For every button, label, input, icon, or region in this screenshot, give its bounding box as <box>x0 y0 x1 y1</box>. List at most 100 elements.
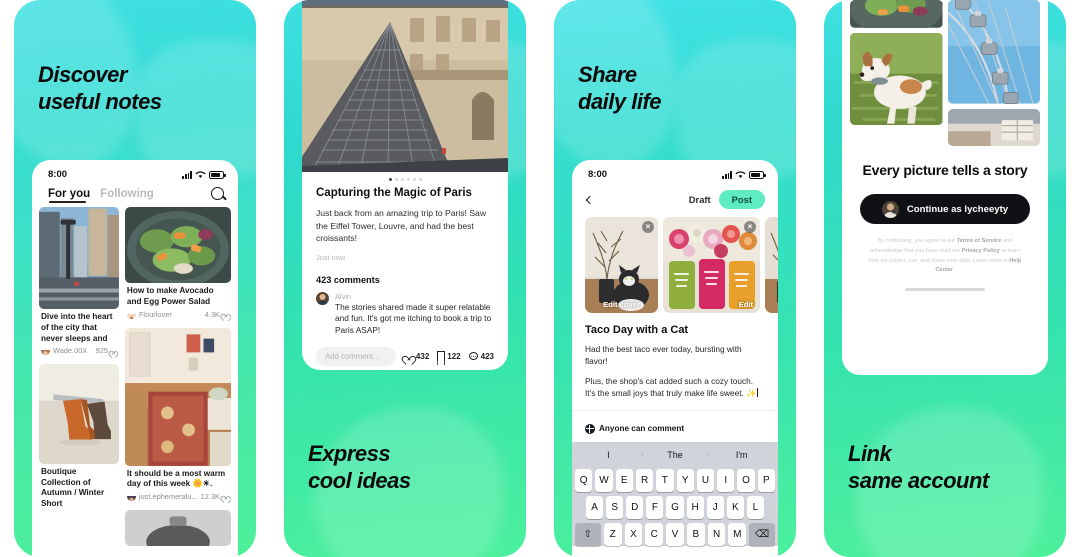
key-r[interactable]: R <box>635 468 654 492</box>
editor-image[interactable]: × Edit cover <box>585 217 658 313</box>
key-z[interactable]: Z <box>603 522 622 546</box>
feed-caption: It should be a most warm day of this wee… <box>126 468 226 489</box>
feed-meta: just.ephemeralu... 12.3K <box>125 491 231 504</box>
feed-card[interactable]: Boutique Collection of Autumn / Winter S… <box>39 364 119 511</box>
key-l[interactable]: L <box>746 495 764 519</box>
comment-action[interactable]: 423 <box>468 352 494 361</box>
auth-heading: Every picture tells a story <box>862 161 1028 178</box>
key-s[interactable]: S <box>606 495 624 519</box>
key-e[interactable]: E <box>615 468 633 492</box>
editor-paragraph-2[interactable]: Plus, the shop's cat added such a cozy t… <box>572 368 778 400</box>
jack-russell-dog-photo[interactable] <box>850 32 943 126</box>
third-photo <box>765 217 778 313</box>
add-comment-input[interactable]: Add comment... <box>316 346 396 366</box>
text-caret <box>757 388 759 398</box>
key-y[interactable]: Y <box>676 468 694 492</box>
feed-card[interactable]: It should be a most warm day of this wee… <box>124 327 231 504</box>
avatar <box>316 291 329 305</box>
tab-following[interactable]: Following <box>100 188 154 200</box>
feed-likes: 925 <box>96 346 117 355</box>
suggestion-chip[interactable]: I'm <box>708 450 775 460</box>
key-w[interactable]: W <box>595 468 613 492</box>
feed-card[interactable] <box>124 509 231 546</box>
phone-frame-1: Discover useful notes 8:00 For you Follo… <box>14 0 256 557</box>
brown-boots-photo <box>39 364 119 465</box>
chevron-left-icon[interactable] <box>585 195 595 204</box>
remove-image-icon[interactable]: × <box>744 221 756 233</box>
key-x[interactable]: X <box>624 522 643 546</box>
key-f[interactable]: F <box>646 495 664 519</box>
panel-express: Capturing the Magic of Paris Just back f… <box>270 0 540 557</box>
suggestion-chip[interactable]: The <box>641 450 709 460</box>
post-button[interactable]: Post <box>718 190 765 209</box>
editor-image[interactable] <box>765 217 778 313</box>
draft-button[interactable]: Draft <box>689 194 711 205</box>
carousel-dots[interactable] <box>302 172 508 185</box>
keyboard-suggestions: I The I'm <box>575 446 775 465</box>
like-action[interactable]: 432 <box>404 352 429 361</box>
heart-icon <box>222 311 229 317</box>
key-m[interactable]: M <box>728 522 747 546</box>
key-c[interactable]: C <box>645 522 664 546</box>
privacy-policy-link[interactable]: Privacy Policy <box>962 248 1000 254</box>
key-q[interactable]: Q <box>575 468 593 492</box>
editor-nav: Draft Post <box>572 185 778 217</box>
editor-image-strip: × Edit cover × Edit <box>572 217 778 313</box>
key-b[interactable]: B <box>686 522 705 546</box>
key-u[interactable]: U <box>696 468 715 492</box>
panel-headline: Discover useful notes <box>38 62 162 114</box>
ferris-wheel-photo[interactable] <box>947 0 1041 104</box>
comment-permission-row[interactable]: Anyone can comment <box>572 409 778 442</box>
status-icons <box>182 170 226 179</box>
feed-column-left: Dive into the heart of the city that nev… <box>39 207 119 546</box>
editor-paragraph-1[interactable]: Had the best taco ever today, bursting w… <box>572 336 778 368</box>
phone-frame-2: Capturing the Magic of Paris Just back f… <box>284 0 526 557</box>
search-icon[interactable] <box>211 187 224 200</box>
key-p[interactable]: P <box>757 468 775 492</box>
key-g[interactable]: G <box>666 495 684 519</box>
feed-card[interactable]: Dive into the heart of the city that nev… <box>39 207 119 359</box>
continue-as-button[interactable]: Continue as lycheeyty <box>860 194 1030 225</box>
post-text: Just back from an amazing trip to Paris!… <box>316 208 487 244</box>
suggestion-chip[interactable]: I <box>575 450 642 460</box>
louvre-pyramid-photo <box>302 0 508 172</box>
phone-screen-feed: 8:00 For you Following Dive into the hea… <box>32 160 238 557</box>
salad-plate-photo[interactable] <box>850 0 943 28</box>
key-h[interactable]: H <box>686 495 704 519</box>
terms-of-service-link[interactable]: Terms of Service <box>957 238 1002 244</box>
feed-username: just.ephemeralu... <box>138 491 198 501</box>
key-t[interactable]: T <box>656 468 674 492</box>
feed-masonry: Dive into the heart of the city that nev… <box>32 207 238 546</box>
key-j[interactable]: J <box>706 495 724 519</box>
edit-cover-label[interactable]: Edit cover <box>585 300 658 309</box>
architecture-photo[interactable] <box>947 108 1041 146</box>
tab-for-you[interactable]: For you <box>48 188 90 203</box>
shift-key[interactable]: ⇧ <box>574 522 601 546</box>
key-o[interactable]: O <box>737 468 755 492</box>
status-bar: 8:00 <box>32 160 238 185</box>
editor-image[interactable]: × Edit <box>663 217 760 313</box>
key-n[interactable]: N <box>707 522 726 546</box>
key-k[interactable]: K <box>726 495 744 519</box>
feed-card[interactable]: How to make Avocado and Egg Power Salad … <box>124 207 231 322</box>
delete-key[interactable]: ⌫ <box>749 522 776 546</box>
feed-caption: How to make Avocado and Egg Power Salad <box>126 286 214 307</box>
post-timestamp: Just now <box>316 252 346 262</box>
feed-photo-partial <box>124 509 231 546</box>
battery-icon <box>749 170 766 179</box>
bookmark-action[interactable]: 122 <box>437 351 461 361</box>
key-a[interactable]: A <box>586 495 604 519</box>
key-d[interactable]: D <box>626 495 644 519</box>
feed-likes: 12.3K <box>201 492 229 501</box>
key-i[interactable]: I <box>717 468 735 492</box>
permission-label: Anyone can comment <box>599 424 685 434</box>
editor-title[interactable]: Taco Day with a Cat <box>572 313 778 336</box>
continue-label: Continue as lycheeyty <box>906 203 1009 215</box>
app-store-screenshot-gallery: Discover useful notes 8:00 For you Follo… <box>0 0 1080 557</box>
legal-text: By continuing, you agree to our Terms of… <box>860 237 1030 276</box>
key-v[interactable]: V <box>666 522 684 546</box>
user-avatar <box>881 200 899 218</box>
avatar <box>126 310 136 319</box>
remove-image-icon[interactable]: × <box>642 221 654 233</box>
edit-label[interactable]: Edit <box>739 300 753 309</box>
